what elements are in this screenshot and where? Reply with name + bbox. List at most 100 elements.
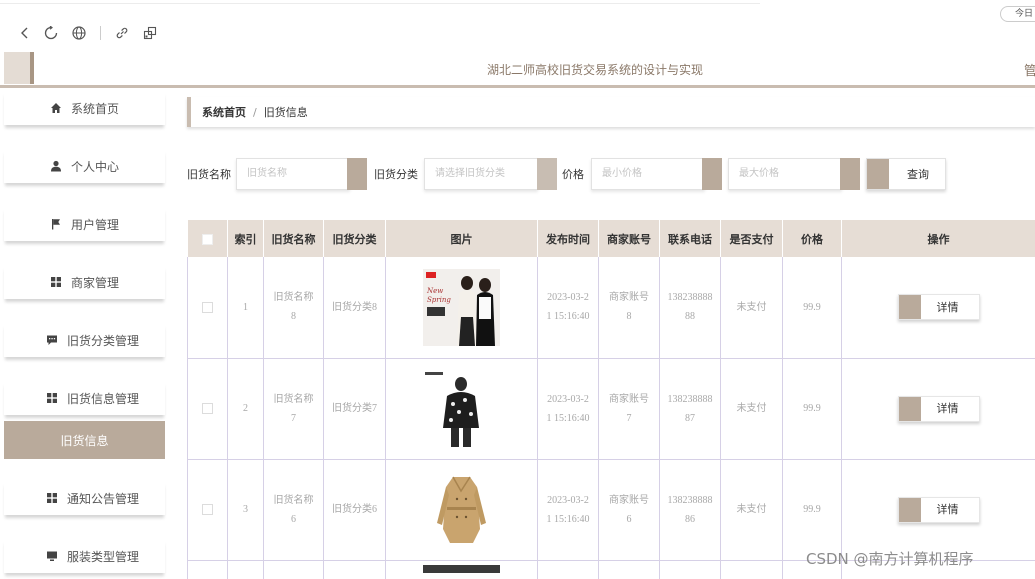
- name-cell: 旧货名称8: [263, 257, 324, 359]
- comment-icon: [46, 334, 58, 346]
- row-select-cell[interactable]: [187, 459, 228, 561]
- row-checkbox[interactable]: [202, 403, 213, 415]
- sidebar-item-label: 服装类型管理: [67, 549, 140, 564]
- row-select-cell[interactable]: [187, 358, 228, 460]
- breadcrumb-home[interactable]: 系统首页: [202, 104, 246, 120]
- sidebar-item-label: 系统首页: [70, 101, 119, 116]
- col-header-index: 索引: [227, 220, 264, 257]
- trench-coat-photo[interactable]: [423, 471, 500, 548]
- price-cell: 99.9: [782, 257, 842, 359]
- col-header-name: 旧货名称: [263, 220, 324, 257]
- today-button[interactable]: 今日: [1000, 6, 1035, 22]
- action-cell: 详情: [841, 257, 1035, 359]
- paid-cell: 未支付: [720, 459, 783, 561]
- merchant-cell: 商家账号8: [598, 257, 660, 359]
- time-cell: 2023-03-21 15:16:40: [537, 257, 599, 359]
- sidebar-item-label: 商家管理: [70, 275, 119, 290]
- time-cell: [537, 560, 599, 579]
- row-checkbox[interactable]: [202, 504, 213, 516]
- name-cell: 旧货名称6: [263, 459, 324, 561]
- breadcrumb: 系统首页 / 旧货信息: [187, 97, 1035, 127]
- col-header-action: 操作: [841, 220, 1035, 257]
- min-price-input[interactable]: 最小价格: [591, 158, 705, 190]
- sidebar-item-home[interactable]: 系统首页: [4, 91, 165, 125]
- col-header-image: 图片: [385, 220, 538, 257]
- query-button-label: 查询: [907, 168, 929, 181]
- globe-icon[interactable]: [72, 26, 86, 40]
- sidebar-item-users[interactable]: 用户管理: [4, 207, 165, 241]
- sidebar-item-clothing-type[interactable]: 服装类型管理: [4, 539, 165, 573]
- category-cell: [323, 560, 386, 579]
- sidebar: 系统首页 个人中心 用户管理 商家管理 旧货分类管理 旧货信息管理 旧货信息 通…: [0, 91, 175, 579]
- index-cell: 1: [227, 257, 264, 359]
- watermark: CSDN @南方计算机程序: [806, 550, 974, 568]
- row-checkbox[interactable]: [202, 301, 213, 313]
- max-price-accent: [840, 158, 860, 190]
- top-divider: [0, 3, 760, 4]
- sidebar-item-category[interactable]: 旧货分类管理: [4, 323, 165, 357]
- refresh-icon[interactable]: [44, 26, 58, 40]
- paid-cell: [720, 560, 783, 579]
- col-header-merchant: 商家账号: [598, 220, 660, 257]
- col-header-time: 发布时间: [537, 220, 599, 257]
- browser-toolbar: 今日: [0, 0, 1035, 52]
- col-header-phone: 联系电话: [659, 220, 721, 257]
- min-price-accent: [702, 158, 722, 190]
- detail-button[interactable]: 详情: [897, 294, 980, 321]
- paid-cell: 未支付: [720, 358, 783, 460]
- select-all-header[interactable]: [187, 220, 228, 257]
- detail-button[interactable]: 详情: [897, 395, 980, 422]
- goods-table: 索引 旧货名称 旧货分类 图片 发布时间 商家账号 联系电话 是否支付 价格 操…: [187, 220, 1035, 579]
- col-header-category: 旧货分类: [323, 220, 386, 257]
- sidebar-item-personal[interactable]: 个人中心: [4, 149, 165, 183]
- sidebar-item-label: 通知公告管理: [67, 491, 140, 506]
- max-price-input[interactable]: 最大价格: [728, 158, 842, 190]
- detail-button-accent: [898, 396, 921, 421]
- flag-icon: [50, 218, 62, 230]
- paid-cell: 未支付: [720, 257, 783, 359]
- detail-button[interactable]: 详情: [897, 496, 980, 523]
- category-select[interactable]: 请选择旧货分类: [424, 158, 538, 190]
- fashion-couple-photo[interactable]: New Spring: [423, 268, 500, 346]
- name-cell: 旧货名称7: [263, 358, 324, 460]
- time-cell: 2023-03-21 15:16:40: [537, 459, 599, 561]
- merchant-cell: [598, 560, 660, 579]
- name-input-accent: [347, 158, 367, 190]
- table-header-row: 索引 旧货名称 旧货分类 图片 发布时间 商家账号 联系电话 是否支付 价格 操…: [187, 220, 1035, 257]
- name-input[interactable]: 旧货名称: [236, 158, 350, 190]
- back-icon[interactable]: [20, 27, 30, 39]
- category-cell: 旧货分类8: [323, 257, 386, 359]
- sidebar-item-notice[interactable]: 通知公告管理: [4, 481, 165, 515]
- merchant-cell: 商家账号6: [598, 459, 660, 561]
- share-icon[interactable]: [143, 26, 157, 40]
- category-cell: 旧货分类6: [323, 459, 386, 561]
- system-title: 湖北二师高校旧货交易系统的设计与实现: [486, 63, 703, 77]
- link-icon[interactable]: [115, 26, 129, 40]
- query-button[interactable]: 查询: [866, 158, 946, 190]
- patterned-jacket-photo[interactable]: [423, 370, 500, 447]
- sidebar-item-merchants[interactable]: 商家管理: [4, 265, 165, 299]
- table-row: 3 旧货名称6 旧货分类6 2023-03-21 15:16:40 商家账号6 …: [187, 459, 1035, 561]
- col-header-price: 价格: [782, 220, 842, 257]
- select-all-checkbox[interactable]: [201, 233, 213, 245]
- col-header-paid: 是否支付: [720, 220, 783, 257]
- phone-cell: 13823888888: [659, 257, 721, 359]
- phone-cell: 13823888886: [659, 459, 721, 561]
- row-select-cell[interactable]: [187, 257, 228, 359]
- sidebar-subitem-goods-info[interactable]: 旧货信息: [4, 421, 165, 459]
- price-label: 价格: [562, 168, 584, 181]
- header-admin-text[interactable]: 管: [1024, 60, 1035, 79]
- phone-cell: [659, 560, 721, 579]
- svg-text:Spring: Spring: [427, 296, 451, 304]
- detail-button-label: 详情: [936, 503, 959, 516]
- toolbar-separator: [100, 26, 101, 40]
- partial-product-photo[interactable]: [423, 564, 500, 573]
- merchant-cell: 商家账号7: [598, 358, 660, 460]
- sidebar-item-goods-manage[interactable]: 旧货信息管理: [4, 381, 165, 415]
- sidebar-item-label: 个人中心: [70, 159, 119, 174]
- image-cell: [385, 358, 538, 460]
- user-icon: [50, 160, 62, 172]
- detail-button-label: 详情: [936, 300, 959, 314]
- price-cell: 99.9: [782, 358, 842, 460]
- image-cell: New Spring: [385, 257, 538, 359]
